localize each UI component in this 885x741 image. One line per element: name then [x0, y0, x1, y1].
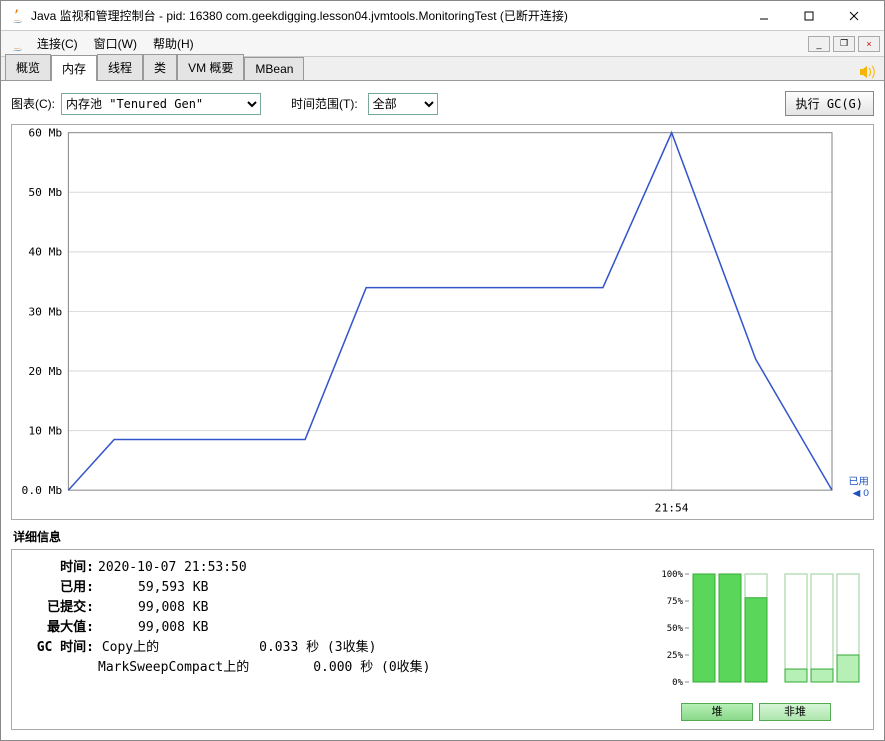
- svg-text:◀ 0: ◀ 0: [852, 488, 869, 499]
- committed-value: 99,008 KB: [138, 598, 208, 618]
- gc-copy-time: 0.033 秒 (3收集): [259, 640, 376, 655]
- details-title: 详细信息: [13, 528, 874, 545]
- details-text: 时间:2020-10-07 21:53:50 已用: 59,593 KB 已提交:…: [24, 558, 651, 721]
- maximize-button[interactable]: [786, 2, 831, 30]
- committed-label: 已提交:: [24, 598, 94, 618]
- gc-label: GC 时间:: [24, 638, 94, 658]
- gc-msc-name: MarkSweepCompact上的: [98, 660, 249, 675]
- tab-vmsummary[interactable]: VM 概要: [177, 54, 244, 80]
- tab-classes[interactable]: 类: [143, 54, 177, 80]
- chart-controls: 图表(C): 内存池 "Tenured Gen" 时间范围(T): 全部 执行 …: [11, 91, 874, 116]
- heap-bars: 0% 25% 50% 75% 100% 堆 非堆: [651, 558, 861, 721]
- mdi-restore-button[interactable]: ❐: [833, 36, 855, 52]
- used-label: 已用:: [24, 578, 94, 598]
- svg-text:10 Mb: 10 Mb: [28, 425, 62, 438]
- max-label: 最大值:: [24, 618, 94, 638]
- svg-text:40 Mb: 40 Mb: [28, 246, 62, 259]
- details-box: 时间:2020-10-07 21:53:50 已用: 59,593 KB 已提交:…: [11, 549, 874, 730]
- java-icon: [9, 36, 25, 52]
- menu-connect[interactable]: 连接(C): [29, 32, 86, 55]
- memory-chart[interactable]: 0.0 Mb 10 Mb 20 Mb 30 Mb 40 Mb 50 Mb 60 Mb 21:5…: [11, 124, 874, 520]
- java-icon: [9, 8, 25, 24]
- tabbar: 概览 内存 线程 类 VM 概要 MBean: [1, 57, 884, 81]
- speaker-icon[interactable]: [858, 64, 878, 80]
- range-label: 时间范围(T):: [291, 95, 358, 112]
- window-controls: [741, 2, 876, 30]
- heap-button[interactable]: 堆: [681, 703, 753, 721]
- minimize-button[interactable]: [741, 2, 786, 30]
- menu-help[interactable]: 帮助(H): [145, 32, 202, 55]
- gc-msc-time: 0.000 秒 (0收集): [313, 660, 430, 675]
- close-button[interactable]: [831, 2, 876, 30]
- svg-text:75%: 75%: [667, 597, 684, 607]
- svg-text:30 Mb: 30 Mb: [28, 306, 62, 319]
- tab-memory[interactable]: 内存: [51, 55, 97, 81]
- svg-text:50%: 50%: [667, 624, 684, 634]
- svg-text:60 Mb: 60 Mb: [28, 127, 62, 140]
- time-label: 时间:: [24, 558, 94, 578]
- pool-select[interactable]: 内存池 "Tenured Gen": [61, 93, 261, 115]
- svg-text:已用: 已用: [848, 477, 868, 488]
- svg-text:20 Mb: 20 Mb: [28, 365, 62, 378]
- svg-text:50 Mb: 50 Mb: [28, 186, 62, 199]
- svg-text:0.0 Mb: 0.0 Mb: [22, 484, 63, 497]
- mdi-controls: _ ❐ ×: [805, 36, 880, 52]
- chart-canvas: 0.0 Mb 10 Mb 20 Mb 30 Mb 40 Mb 50 Mb 60 Mb 21:5…: [12, 125, 873, 519]
- tab-threads[interactable]: 线程: [97, 54, 143, 80]
- svg-text:0%: 0%: [672, 678, 683, 688]
- menu-window[interactable]: 窗口(W): [86, 32, 145, 55]
- heap-bars-chart[interactable]: 0% 25% 50% 75% 100%: [651, 558, 861, 698]
- range-select[interactable]: 全部: [368, 93, 438, 115]
- app-window: Java 监视和管理控制台 - pid: 16380 com.geekdiggi…: [0, 0, 885, 741]
- nonheap-button[interactable]: 非堆: [759, 703, 831, 721]
- gc-button[interactable]: 执行 GC(G): [785, 91, 874, 116]
- max-value: 99,008 KB: [138, 618, 208, 638]
- svg-text:25%: 25%: [667, 651, 684, 661]
- mdi-minimize-button[interactable]: _: [808, 36, 830, 52]
- used-value: 59,593 KB: [138, 578, 208, 598]
- svg-text:21:54: 21:54: [655, 502, 689, 515]
- svg-text:100%: 100%: [661, 570, 683, 580]
- titlebar: Java 监视和管理控制台 - pid: 16380 com.geekdiggi…: [1, 1, 884, 31]
- memory-panel: 图表(C): 内存池 "Tenured Gen" 时间范围(T): 全部 执行 …: [1, 81, 884, 740]
- window-title: Java 监视和管理控制台 - pid: 16380 com.geekdiggi…: [31, 7, 741, 24]
- time-value: 2020-10-07 21:53:50: [98, 558, 247, 578]
- chart-label: 图表(C):: [11, 95, 55, 112]
- tab-overview[interactable]: 概览: [5, 54, 51, 80]
- gc-copy-name: Copy上的: [102, 640, 159, 655]
- tab-mbean[interactable]: MBean: [244, 57, 304, 80]
- mdi-close-button[interactable]: ×: [858, 36, 880, 52]
